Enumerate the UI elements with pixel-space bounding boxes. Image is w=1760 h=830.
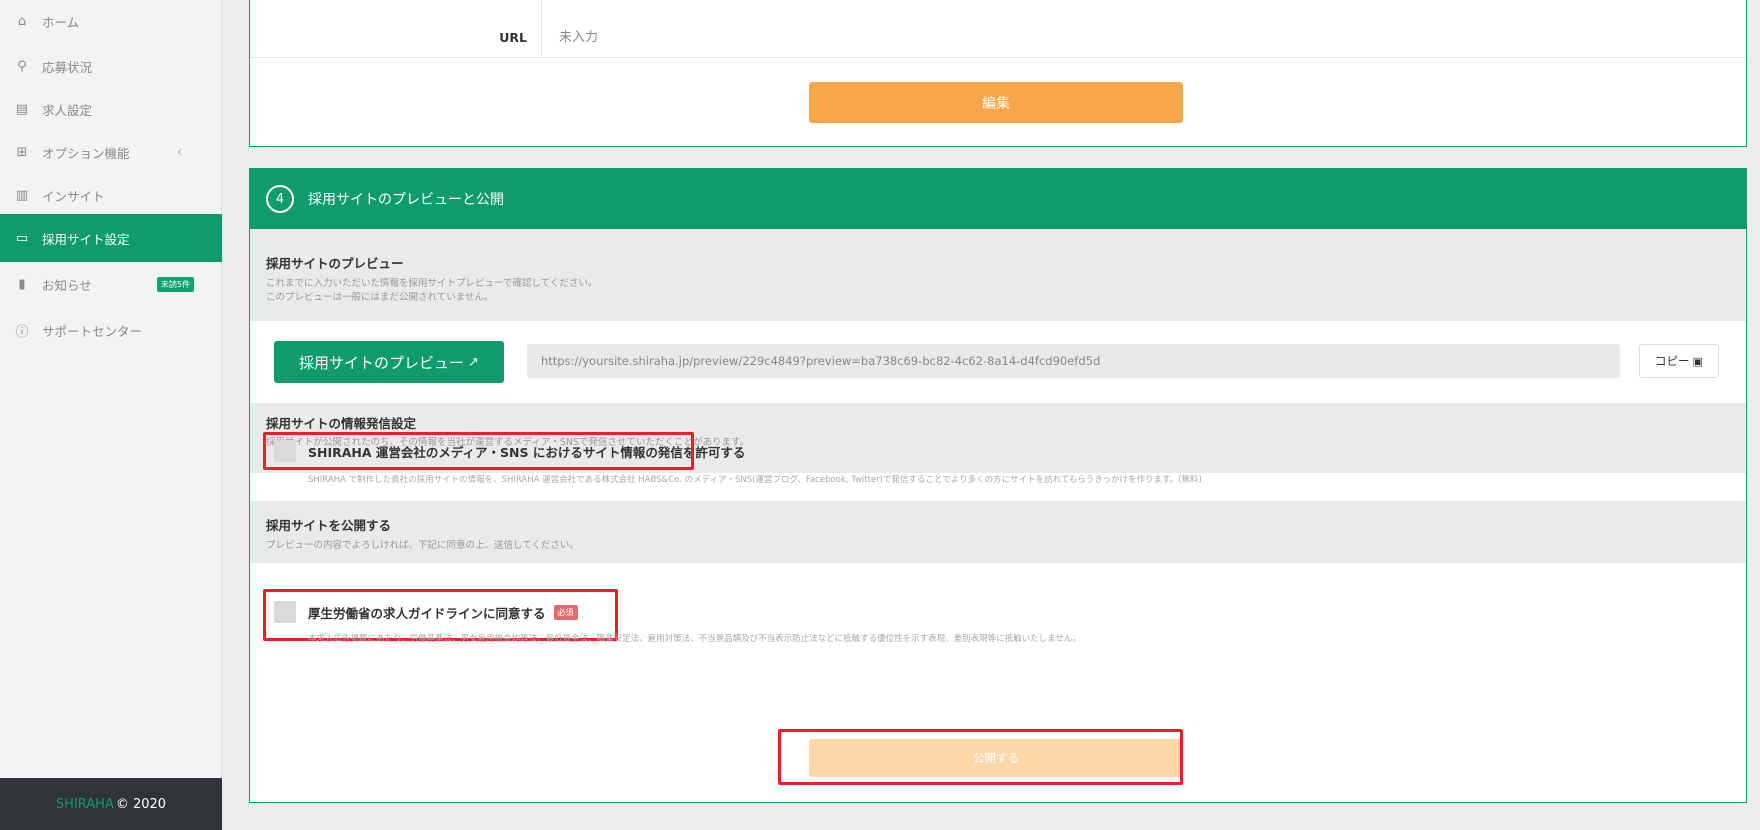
sidebar-item-home[interactable]: ⌂ ホーム xyxy=(0,0,222,42)
publish-desc: プレビューの内容でよろしければ、下記に同意の上、送信してください。 xyxy=(266,540,579,551)
sidebar-item-label: インサイト xyxy=(42,188,105,204)
guideline-note: 本求人広告掲載にあたり、労働基準法、男女雇用機会均等法、最低賃金法、職業安定法、… xyxy=(308,634,1081,644)
edit-button[interactable]: 編集 xyxy=(809,82,1183,123)
highlight-box xyxy=(778,729,1183,785)
preview-url-field[interactable]: https://yoursite.shiraha.jp/preview/229c… xyxy=(527,344,1620,378)
preview-band: 採用サイトのプレビュー これまでに入力いただいた情報を採用サイトプレビューで確認… xyxy=(250,229,1746,321)
chevron-left-icon: ‹ xyxy=(176,144,182,160)
id-card-icon: ▤ xyxy=(15,101,29,117)
url-row: URL 未入力 xyxy=(250,0,1746,58)
url-value: 未入力 xyxy=(559,30,599,45)
sidebar-item-insight[interactable]: ▥ インサイト xyxy=(0,171,222,219)
preview-publish-card: 4 採用サイトのプレビューと公開 採用サイトのプレビュー これまでに入力いただい… xyxy=(249,168,1747,803)
publish-band: 採用サイトを公開する プレビューの内容でよろしければ、下記に同意の上、送信してく… xyxy=(250,501,1746,563)
highlight-box xyxy=(263,432,694,470)
plus-box-icon: ⊞ xyxy=(16,144,28,160)
sidebar-item-support[interactable]: ⓘ サポートセンター xyxy=(0,306,222,354)
sidebar-item-label: 求人設定 xyxy=(42,102,93,118)
monitor-icon: ▭ xyxy=(15,230,29,246)
sidebar-item-label: 応募状況 xyxy=(42,59,93,75)
sns-permission-note: SHIRAHA で制作した貴社の採用サイトの情報を、SHIRAHA 運営会社であ… xyxy=(308,475,1202,485)
site-preview-label: 採用サイトのプレビュー xyxy=(299,353,465,372)
section-title: 採用サイトのプレビューと公開 xyxy=(308,192,504,208)
unread-badge: 未読5件 xyxy=(156,276,194,292)
home-icon: ⌂ xyxy=(17,13,27,29)
url-label: URL xyxy=(250,0,542,58)
external-link-icon: ↗ xyxy=(468,354,479,370)
sidebar-item-label: サポートセンター xyxy=(42,323,143,339)
sidebar-item-news[interactable]: ▮ お知らせ 未読5件 xyxy=(0,260,222,308)
publish-heading: 採用サイトを公開する xyxy=(266,518,392,533)
info-setting-heading: 採用サイトの情報発信設定 xyxy=(266,416,417,431)
sidebar-item-label: オプション機能 xyxy=(42,145,130,161)
sidebar: ⌂ ホーム ⚲ 応募状況 ▤ 求人設定 ⊞ オプション機能 ‹ ▥ インサイト … xyxy=(0,0,222,830)
sidebar-item-label: 採用サイト設定 xyxy=(42,231,130,247)
sidebar-item-options[interactable]: ⊞ オプション機能 ‹ xyxy=(0,128,222,176)
sidebar-item-label: ホーム xyxy=(42,14,80,30)
sidebar-item-applications[interactable]: ⚲ 応募状況 xyxy=(0,42,222,90)
site-info-card: URL 未入力 編集 xyxy=(249,0,1747,147)
user-search-icon: ⚲ xyxy=(17,58,27,74)
copy-button[interactable]: コピー ▣ xyxy=(1639,344,1719,378)
preview-desc-2: このプレビューは一般にはまだ公開されていません。 xyxy=(266,292,494,303)
footer-brand: SHIRAHA xyxy=(55,796,114,812)
copy-label: コピー xyxy=(1655,354,1690,368)
clipboard-icon: ▣ xyxy=(1692,354,1703,368)
sidebar-footer: SHIRAHA © 2020 xyxy=(0,778,222,830)
footer-copyright: © 2020 xyxy=(115,796,167,812)
document-icon: ▮ xyxy=(18,276,26,292)
step-number: 4 xyxy=(266,185,294,213)
site-preview-button[interactable]: 採用サイトのプレビュー ↗ xyxy=(274,341,504,383)
sidebar-item-recruit-site[interactable]: ▭ 採用サイト設定 xyxy=(0,214,222,262)
preview-heading: 採用サイトのプレビュー xyxy=(266,256,404,271)
section-header: 4 採用サイトのプレビューと公開 xyxy=(250,169,1746,229)
preview-desc-1: これまでに入力いただいた情報を採用サイトプレビューで確認してください。 xyxy=(266,278,598,289)
bar-chart-icon: ▥ xyxy=(15,187,29,203)
sidebar-item-job-settings[interactable]: ▤ 求人設定 xyxy=(0,85,222,133)
help-circle-icon: ⓘ xyxy=(15,324,29,340)
sidebar-item-label: お知らせ xyxy=(42,277,92,293)
